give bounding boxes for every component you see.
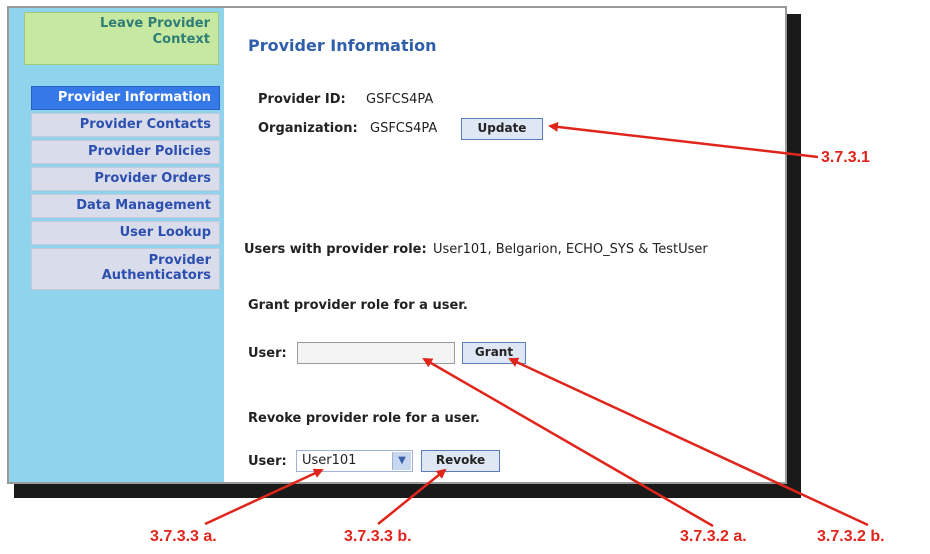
annotation-label: 3.7.3.3 a. (150, 528, 217, 545)
annotation-label: 3.7.3.1 (821, 149, 870, 166)
annotation-label: 3.7.3.3 b. (344, 528, 412, 545)
arrow-grant-input (422, 357, 714, 528)
annotation-label: 3.7.3.2 b. (817, 528, 885, 545)
arrow-update (548, 121, 819, 159)
annotation-label: 3.7.3.2 a. (680, 528, 747, 545)
annotation-arrows (204, 121, 869, 528)
arrow-revoke-select (204, 468, 324, 526)
arrow-revoke-button (377, 468, 447, 525)
arrow-grant-button (508, 357, 869, 527)
